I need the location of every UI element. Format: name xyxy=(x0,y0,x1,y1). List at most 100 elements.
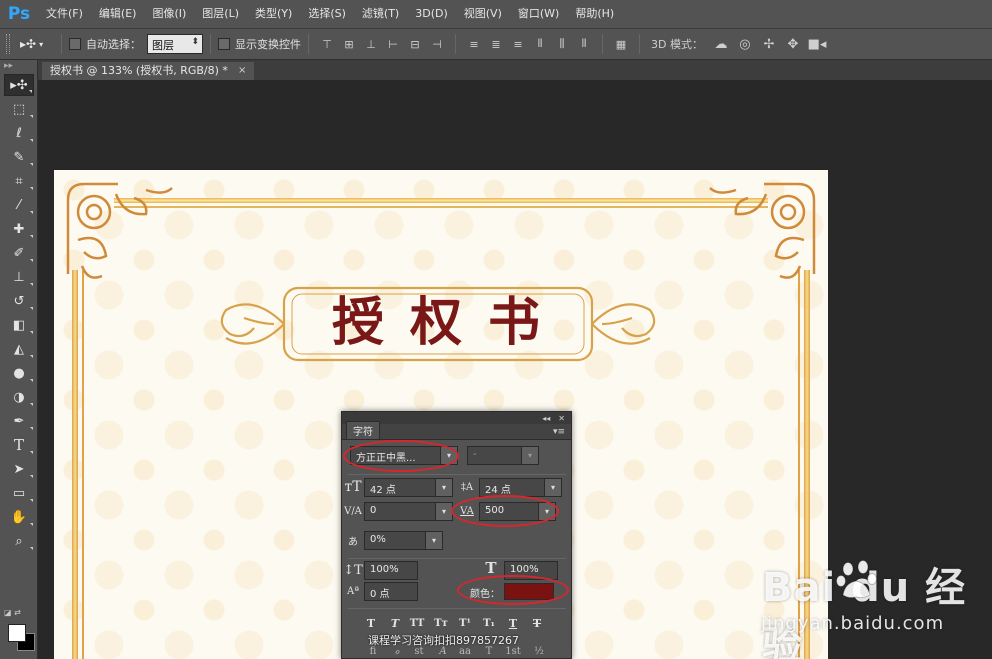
fractions-button[interactable]: ½ xyxy=(530,643,548,659)
document-tab-bar: 授权书 @ 133% (授权书, RGB/8) * × xyxy=(38,60,992,80)
align-horizontal-centers-icon[interactable]: ⊟ xyxy=(404,34,426,54)
slide-3d-icon[interactable]: ✥ xyxy=(781,34,805,54)
align-top-edges-icon[interactable]: ⊤ xyxy=(316,34,338,54)
proportional-spacing-dropdown-arrow[interactable]: ▾ xyxy=(425,531,443,550)
align-right-edges-icon[interactable]: ⊣ xyxy=(426,34,448,54)
drag-3d-icon[interactable]: ✢ xyxy=(757,34,781,54)
document-tab[interactable]: 授权书 @ 133% (授权书, RGB/8) * × xyxy=(42,62,255,80)
tracking-dropdown-arrow[interactable]: ▾ xyxy=(538,502,556,521)
close-icon[interactable]: × xyxy=(238,62,246,80)
faux-bold-button[interactable]: T xyxy=(362,615,380,631)
superscript-button[interactable]: T¹ xyxy=(456,615,474,631)
blur-tool-icon[interactable]: ● xyxy=(4,362,34,384)
kerning-field[interactable]: 0 xyxy=(364,502,436,521)
hand-tool-icon[interactable]: ✋ xyxy=(4,506,34,528)
leading-field[interactable]: 24 点 xyxy=(479,478,545,497)
vertical-scale-field[interactable]: 100% xyxy=(364,561,418,580)
leading-dropdown-arrow[interactable]: ▾ xyxy=(544,478,562,497)
eyedropper-tool-icon[interactable]: ⁄ xyxy=(4,194,34,216)
font-size-field[interactable]: 42 点 xyxy=(364,478,436,497)
menu-3d[interactable]: 3D(D) xyxy=(407,0,456,28)
auto-select-label: 自动选择： xyxy=(86,38,141,51)
distribute-top-icon[interactable]: ≡ xyxy=(463,34,485,54)
foreground-color-swatch[interactable] xyxy=(8,624,26,642)
font-style-dropdown-arrow[interactable]: ▾ xyxy=(521,446,539,465)
distribute-bottom-icon[interactable]: ≡ xyxy=(507,34,529,54)
menu-image[interactable]: 图像(I) xyxy=(144,0,194,28)
baseline-shift-field[interactable]: 0 点 xyxy=(364,582,418,601)
show-transform-checkbox[interactable] xyxy=(218,38,230,50)
photoshop-window: Ps 文件(F) 编辑(E) 图像(I) 图层(L) 类型(Y) 选择(S) 滤… xyxy=(0,0,992,659)
paint-bucket-tool-icon[interactable]: ◭ xyxy=(4,338,34,360)
menu-view[interactable]: 视图(V) xyxy=(456,0,510,28)
align-vertical-centers-icon[interactable]: ⊞ xyxy=(338,34,360,54)
menu-help[interactable]: 帮助(H) xyxy=(567,0,622,28)
menu-filter[interactable]: 滤镜(T) xyxy=(354,0,407,28)
auto-select-target-dropdown[interactable]: 图层 xyxy=(147,34,203,54)
divider xyxy=(348,608,566,609)
strikethrough-button[interactable]: T xyxy=(528,615,546,631)
all-caps-button[interactable]: TT xyxy=(408,615,426,631)
pen-tool-icon[interactable]: ✒ xyxy=(4,410,34,432)
underline-button[interactable]: T xyxy=(504,615,522,631)
chevron-down-icon: ▾ xyxy=(39,39,44,49)
shape-tool-icon[interactable]: ▭ xyxy=(4,482,34,504)
font-family-field[interactable]: 方正正中黑... xyxy=(350,446,442,465)
collapse-panel-icon[interactable]: ◂◂ xyxy=(542,414,550,423)
tracking-field[interactable]: 500 xyxy=(479,502,545,521)
crop-tool-icon[interactable]: ⌗ xyxy=(4,170,34,192)
distribute-hcenter-icon[interactable]: ⫼ xyxy=(551,34,573,54)
path-selection-tool-icon[interactable]: ➤ xyxy=(4,458,34,480)
brush-tool-icon[interactable]: ✐ xyxy=(4,242,34,264)
menu-file[interactable]: 文件(F) xyxy=(38,0,91,28)
dodge-tool-icon[interactable]: ◑ xyxy=(4,386,34,408)
auto-align-layers-icon[interactable]: ▦ xyxy=(610,34,632,54)
character-panel: ◂◂ ✕ 字符 ▾≡ 方正正中黑... ▾ - ▾ ᴛT 42 点 ▾ ‡A 2… xyxy=(341,411,572,659)
distribute-left-icon[interactable]: ⫴ xyxy=(529,34,551,54)
tab-character[interactable]: 字符 xyxy=(346,421,380,439)
history-brush-tool-icon[interactable]: ↺ xyxy=(4,290,34,312)
clone-stamp-tool-icon[interactable]: ⊥ xyxy=(4,266,34,288)
marquee-tool-icon[interactable]: ⬚ xyxy=(4,98,34,120)
default-colors-icon[interactable]: ◪ ⇄ xyxy=(4,608,21,617)
roll-3d-icon[interactable]: ◎ xyxy=(733,34,757,54)
menu-type[interactable]: 类型(Y) xyxy=(247,0,300,28)
faux-italic-button[interactable]: T xyxy=(386,615,404,631)
font-family-dropdown-arrow[interactable]: ▾ xyxy=(440,446,458,465)
font-style-field[interactable]: - xyxy=(467,446,523,465)
text-color-swatch[interactable] xyxy=(504,583,554,600)
proportional-spacing-field[interactable]: 0% xyxy=(364,531,426,550)
photoshop-logo: Ps xyxy=(7,4,31,24)
menu-select[interactable]: 选择(S) xyxy=(300,0,354,28)
lasso-tool-icon[interactable]: ℓ xyxy=(4,122,34,144)
scale-3d-icon[interactable]: ■◂ xyxy=(805,34,829,54)
move-tool-icon[interactable]: ▸✣ xyxy=(4,74,34,96)
distribute-right-icon[interactable]: ⫴ xyxy=(573,34,595,54)
options-bar-grip[interactable] xyxy=(6,34,10,54)
menu-layer[interactable]: 图层(L) xyxy=(194,0,247,28)
type-tool-icon[interactable]: T xyxy=(4,434,34,456)
subscript-button[interactable]: T₁ xyxy=(480,615,498,631)
color-label: 颜色： xyxy=(470,589,500,600)
divider xyxy=(348,558,566,559)
horizontal-scale-field[interactable]: 100% xyxy=(504,561,558,580)
small-caps-button[interactable]: Tт xyxy=(432,615,450,631)
kerning-dropdown-arrow[interactable]: ▾ xyxy=(435,502,453,521)
align-left-edges-icon[interactable]: ⊢ xyxy=(382,34,404,54)
font-size-dropdown-arrow[interactable]: ▾ xyxy=(435,478,453,497)
zoom-tool-icon[interactable]: ⌕ xyxy=(4,530,34,552)
rotate-3d-icon[interactable]: ☁ xyxy=(709,34,733,54)
tools-panel-collapse[interactable]: ▸▸ xyxy=(0,60,37,72)
close-panel-icon[interactable]: ✕ xyxy=(558,414,565,423)
panel-menu-icon[interactable]: ▾≡ xyxy=(553,427,565,439)
healing-brush-tool-icon[interactable]: ✚ xyxy=(4,218,34,240)
menu-edit[interactable]: 编辑(E) xyxy=(91,0,145,28)
menu-window[interactable]: 窗口(W) xyxy=(510,0,567,28)
distribute-vcenter-icon[interactable]: ≣ xyxy=(485,34,507,54)
eraser-tool-icon[interactable]: ◧ xyxy=(4,314,34,336)
mode-3d-label: 3D 模式： xyxy=(651,38,703,51)
auto-select-checkbox[interactable] xyxy=(69,38,81,50)
align-bottom-edges-icon[interactable]: ⊥ xyxy=(360,34,382,54)
move-tool-preset-picker[interactable]: ▸✣ ▾ xyxy=(20,33,54,55)
quick-selection-tool-icon[interactable]: ✎ xyxy=(4,146,34,168)
